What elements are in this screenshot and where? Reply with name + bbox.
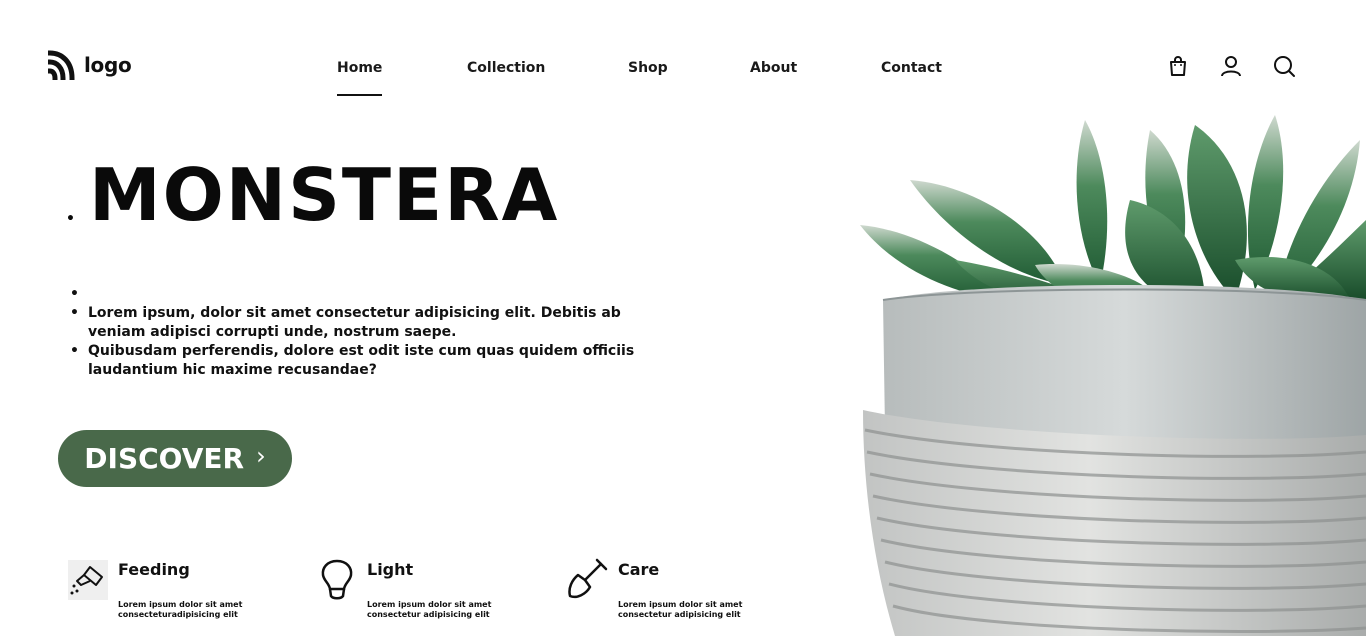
title-bullet: • — [66, 211, 77, 227]
nav-about[interactable]: About — [750, 60, 797, 76]
hero-title: • MONSTERA — [66, 150, 559, 240]
nav-contact[interactable]: Contact — [881, 60, 942, 76]
description-item: Lorem ipsum, dolor sit amet consectetur … — [70, 304, 670, 342]
description-item: Quibusdam perferendis, dolore est odit i… — [70, 342, 670, 380]
description-item — [70, 285, 670, 304]
feature-title: Light — [367, 560, 414, 579]
nav-home[interactable]: Home — [337, 60, 383, 96]
hero-title-text: MONSTERA — [88, 153, 560, 237]
lightbulb-icon — [321, 559, 353, 600]
feature-title: Care — [618, 560, 660, 579]
watering-can-icon — [68, 560, 108, 600]
discover-label: DISCOVER — [84, 442, 245, 475]
shovel-icon — [568, 558, 608, 599]
header-icons — [1166, 54, 1296, 78]
feature-description: Lorem ipsum dolor sit amet consectetur a… — [618, 600, 743, 619]
feature-description: Lorem ipsum dolor sit amet consecteturad… — [118, 600, 243, 619]
hero-description: Lorem ipsum, dolor sit amet consectetur … — [70, 285, 670, 380]
discover-button[interactable]: DISCOVER › — [58, 430, 292, 487]
feature-description: Lorem ipsum dolor sit amet consectetur a… — [367, 600, 492, 619]
feature-text: Light Lorem ipsum dolor sit amet consect… — [367, 558, 497, 620]
chevron-right-icon: › — [256, 441, 266, 470]
feature-title: Feeding — [118, 560, 190, 579]
feature-light: Light Lorem ipsum dolor sit amet consect… — [317, 558, 497, 620]
plant-image — [860, 115, 1366, 636]
main-nav: Home Collection Shop About Contact — [0, 58, 1366, 98]
feature-feeding: Feeding Lorem ipsum dolor sit amet conse… — [68, 558, 248, 620]
search-icon[interactable] — [1272, 54, 1296, 78]
feature-text: Feeding Lorem ipsum dolor sit amet conse… — [118, 558, 248, 620]
feature-text: Care Lorem ipsum dolor sit amet consecte… — [618, 558, 748, 620]
nav-collection[interactable]: Collection — [467, 60, 545, 76]
shopping-bag-icon[interactable] — [1166, 54, 1190, 78]
nav-shop[interactable]: Shop — [628, 60, 668, 76]
user-icon[interactable] — [1219, 54, 1243, 78]
feature-care: Care Lorem ipsum dolor sit amet consecte… — [568, 558, 748, 620]
